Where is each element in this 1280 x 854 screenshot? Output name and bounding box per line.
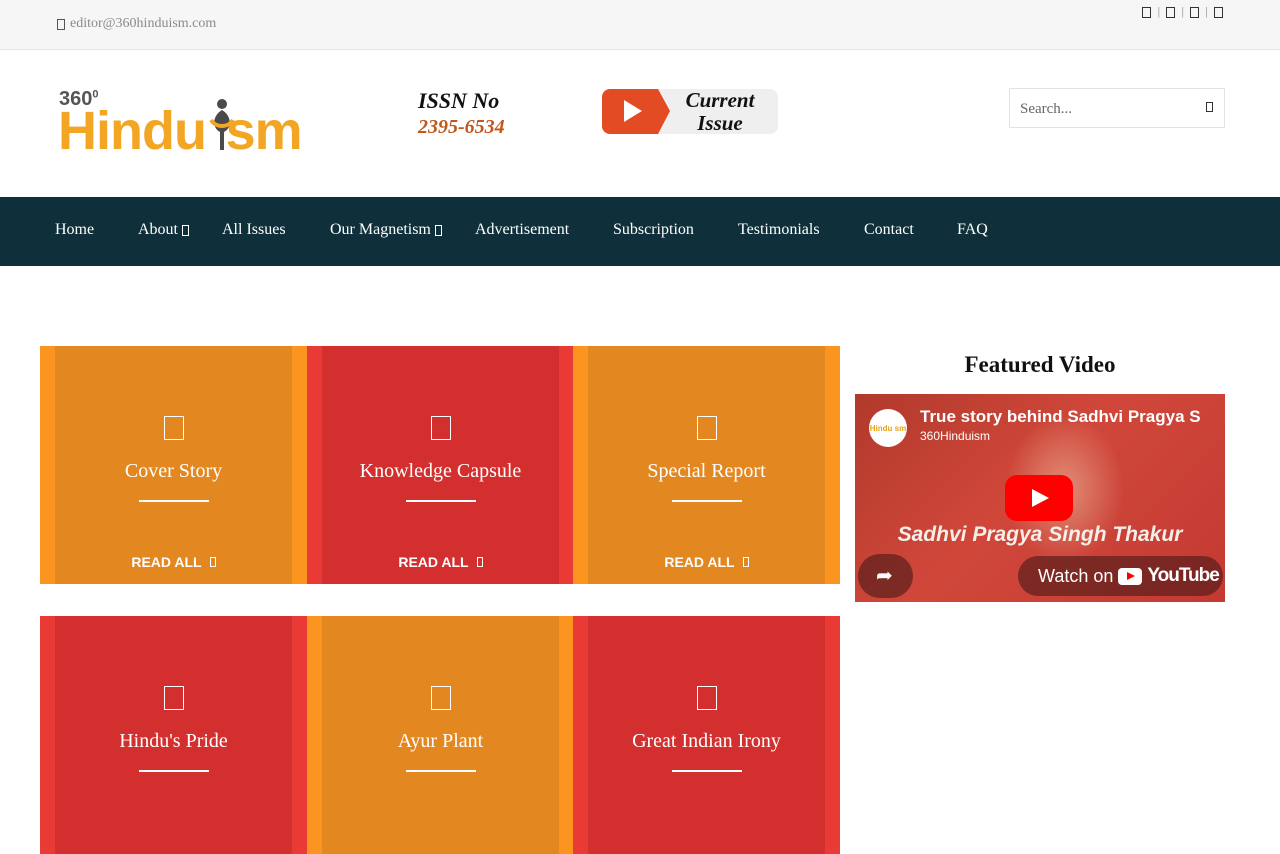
separator: | (1205, 6, 1208, 18)
logo-degree: 0 (92, 88, 99, 101)
envelope-icon (57, 18, 65, 30)
nav-item-label: Advertisement (475, 221, 570, 238)
contact-email-text[interactable]: editor@360hinduism.com (70, 16, 216, 32)
yoga-figure-icon (209, 99, 235, 150)
category-tile-special-report[interactable]: Special Report READ ALL (573, 346, 840, 584)
play-arrow-icon (602, 89, 670, 134)
current-issue-label: Current Issue (668, 89, 772, 135)
nav-item-testimonials[interactable]: Testimonials (738, 221, 820, 239)
current-issue-button[interactable]: Current Issue (602, 89, 778, 135)
read-all-label: READ ALL (664, 554, 735, 570)
tile-underline (138, 500, 209, 502)
category-tile-great-indian-irony[interactable]: Great Indian Irony (573, 616, 840, 854)
chevron-down-icon (434, 224, 442, 236)
contact-email[interactable]: editor@360hinduism.com (57, 16, 216, 32)
youtube-icon[interactable] (1214, 6, 1223, 18)
tile-underline (405, 770, 476, 772)
search-icon[interactable] (1206, 102, 1213, 112)
tile-title: Ayur Plant (397, 730, 484, 752)
twitter-icon[interactable] (1166, 6, 1176, 18)
nav-item-our-magnetism[interactable]: Our Magnetism (330, 221, 442, 239)
separator: | (1157, 6, 1161, 18)
video-title[interactable]: True story behind Sadhvi Pragya S (920, 407, 1220, 427)
tile-underline (671, 500, 742, 502)
youtube-logo-icon (1118, 567, 1143, 585)
nav-item-label: Subscription (613, 221, 694, 238)
category-tile-knowledge-capsule[interactable]: Knowledge Capsule READ ALL (307, 346, 574, 584)
site-logo[interactable]: 3600 Hindu sm (58, 86, 308, 162)
read-all-label: READ ALL (398, 554, 469, 570)
search-box (1009, 88, 1225, 128)
nav-item-label: All Issues (222, 221, 286, 238)
youtube-wordmark: YouTube (1147, 565, 1219, 586)
nav-item-label: About (138, 221, 178, 238)
issn-label: ISSN No (418, 88, 500, 113)
youtube-embed[interactable]: Hindu sm True story behind Sadhvi Pragya… (855, 394, 1225, 602)
logo-wordmark: Hindu sm (58, 101, 303, 161)
category-tile-hindus-pride[interactable]: Hindu's Pride (40, 616, 307, 854)
video-channel[interactable]: 360Hinduism (920, 429, 990, 443)
tile-title: Great Indian Irony (632, 730, 781, 752)
nav-item-advertisement[interactable]: Advertisement (475, 221, 569, 239)
read-all-link[interactable]: READ ALL (40, 554, 307, 570)
tile-underline (671, 770, 742, 772)
flag-icon (163, 686, 184, 710)
nav-item-subscription[interactable]: Subscription (613, 221, 694, 239)
nav-item-label: Our Magnetism (330, 221, 431, 238)
social-links: | | | (1142, 6, 1223, 18)
nav-item-all-issues[interactable]: All Issues (222, 221, 286, 239)
main-nav: Home About All Issues Our Magnetism Adve… (0, 197, 1280, 266)
search-input[interactable] (1020, 98, 1200, 120)
current-issue-line1: Current (685, 88, 755, 112)
arrow-right-icon (742, 557, 749, 567)
nav-item-contact[interactable]: Contact (864, 221, 914, 239)
video-caption: Sadhvi Pragya Singh Thakur (897, 523, 1183, 546)
top-bar: editor@360hinduism.com | | | (0, 0, 1280, 50)
tile-underline (405, 500, 476, 502)
nav-item-faq[interactable]: FAQ (957, 221, 988, 239)
issn-block: ISSN No 2395-6534 (418, 88, 505, 139)
nav-item-about[interactable]: About (138, 221, 189, 239)
category-tile-cover-story[interactable]: Cover Story READ ALL (40, 346, 307, 584)
chevron-down-icon (182, 224, 189, 236)
tile-underline (138, 770, 209, 772)
tile-title: Knowledge Capsule (359, 460, 522, 482)
channel-avatar-text: Hindu sm (869, 423, 907, 433)
watch-on-youtube-button[interactable]: Watch on YouTube (1018, 556, 1223, 596)
separator: | (1181, 6, 1185, 18)
instagram-icon[interactable] (1190, 6, 1200, 18)
share-icon[interactable] (858, 554, 913, 598)
capsule-icon (430, 416, 451, 440)
nav-item-home[interactable]: Home (55, 221, 94, 239)
facebook-icon[interactable] (1142, 6, 1152, 18)
arrow-right-icon (209, 557, 216, 567)
irony-icon (696, 686, 717, 710)
tile-title: Cover Story (124, 460, 223, 482)
report-icon (696, 416, 717, 440)
play-button-icon[interactable] (1005, 475, 1073, 521)
book-icon (163, 416, 184, 440)
nav-item-label: Testimonials (738, 221, 820, 238)
category-tile-ayur-plant[interactable]: Ayur Plant (307, 616, 574, 854)
arrow-right-icon (476, 557, 483, 567)
channel-avatar[interactable]: Hindu sm (869, 409, 907, 447)
nav-item-label: Contact (864, 221, 914, 238)
featured-video-heading: Featured Video (964, 352, 1116, 377)
nav-item-label: FAQ (957, 221, 988, 238)
nav-item-label: Home (55, 221, 95, 238)
read-all-link[interactable]: READ ALL (307, 554, 574, 570)
read-all-label: READ ALL (131, 554, 202, 570)
watch-on-label: Watch on (1038, 565, 1114, 586)
tile-title: Hindu's Pride (119, 730, 228, 752)
issn-number: 2395-6534 (418, 116, 505, 138)
current-issue-line2: Issue (697, 111, 743, 135)
leaf-icon (430, 686, 451, 710)
read-all-link[interactable]: READ ALL (573, 554, 840, 570)
tile-title: Special Report (647, 460, 766, 482)
